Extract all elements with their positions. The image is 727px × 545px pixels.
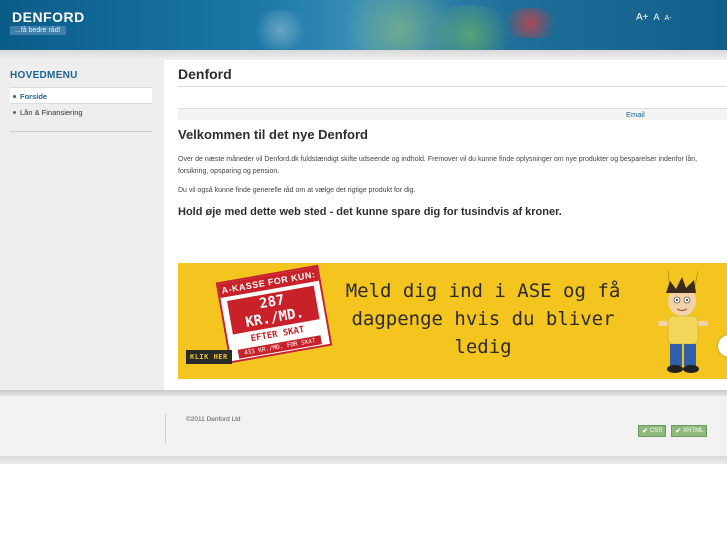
header-shadow-strip [0, 50, 727, 60]
bullet-icon [13, 110, 16, 114]
banner-headline: Meld dig ind i ASE og få dagpenge hvis d… [333, 277, 633, 361]
highlight-text: Hold øje med dette web sted - det kunne … [178, 206, 562, 218]
sidebar-item-laan-finansiering[interactable]: Lån & Finansiering [10, 103, 152, 119]
menu-title: HOVEDMENU [10, 70, 78, 81]
checkmark-icon: ✔ [675, 428, 682, 435]
checkmark-icon: ✔ [642, 428, 648, 435]
menu-divider [10, 131, 152, 132]
banner-line-2: dagpenge hvis du bliver ledig [351, 308, 615, 358]
font-reset-button[interactable]: A [654, 12, 660, 22]
price-tag: A-KASSE FOR KUN: 287 KR./MD. EFTER SKAT … [215, 264, 333, 364]
sidebar: HOVEDMENU Forside Lån & Finansiering [0, 60, 164, 390]
welcome-heading: Velkommen til det nye Denford [178, 127, 368, 142]
main-content: Denford Email Velkommen til det nye Denf… [164, 60, 727, 390]
email-link[interactable]: Email [626, 110, 645, 119]
font-decrease-button[interactable]: A- [665, 15, 672, 22]
validation-badges: ✔ CSS ✔ XHTML [638, 425, 708, 437]
css-valid-badge[interactable]: ✔ CSS [638, 425, 667, 437]
sidebar-item-label: Forside [20, 92, 48, 101]
footer-bottom-strip [0, 456, 727, 464]
badge-label: XHTML [683, 428, 704, 434]
page-title: Denford [178, 66, 232, 82]
font-size-controls: A+ A A- [636, 12, 672, 23]
header-decoration [250, 10, 310, 50]
main-menu: Forside Lån & Finansiering [10, 87, 152, 119]
banner-line-1: Meld dig ind i ASE og få [345, 280, 621, 302]
badge-label: CSS [649, 428, 663, 434]
font-increase-button[interactable]: A+ [636, 12, 649, 23]
sidebar-item-label: Lån & Finansiering [20, 108, 83, 117]
intro-paragraph: Over de næste måneder vil Denford.dk ful… [178, 156, 698, 175]
title-divider [178, 86, 727, 87]
email-bar: Email [178, 108, 727, 120]
puppet-illustration [658, 271, 708, 373]
sidebar-item-forside[interactable]: Forside [10, 87, 152, 103]
bullet-icon [13, 94, 16, 98]
ase-banner-ad[interactable]: A-KASSE FOR KUN: 287 KR./MD. EFTER SKAT … [178, 263, 727, 379]
site-header: DENFORD ...få bedre råd! A+ A A- [0, 0, 727, 50]
footer-divider [165, 414, 166, 444]
site-tagline: ...få bedre råd! [10, 26, 66, 35]
site-footer: ©2011 Denford Ltd ✔ CSS ✔ XHTML [0, 396, 727, 456]
advice-paragraph: Du vil også kunne finde generelle råd om… [178, 187, 416, 194]
xhtml-valid-badge[interactable]: ✔ XHTML [671, 425, 708, 437]
copyright-text: ©2011 Denford Ltd [186, 416, 241, 423]
header-decoration [500, 8, 560, 38]
banner-next-button[interactable] [718, 335, 727, 357]
click-here-button[interactable]: KLIK HER [186, 350, 232, 364]
site-logo[interactable]: DENFORD [12, 9, 85, 25]
